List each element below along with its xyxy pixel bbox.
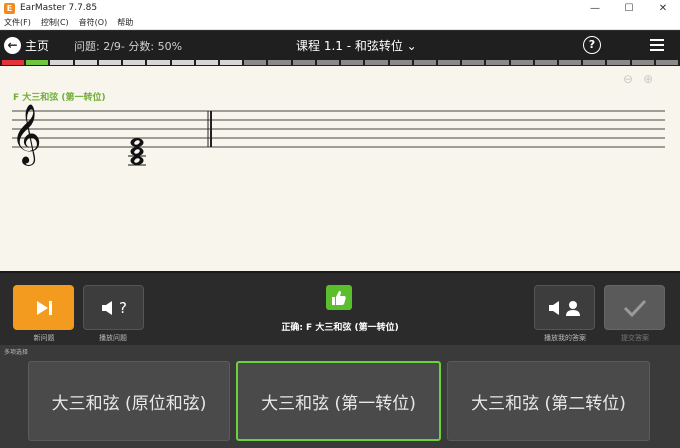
progress-segment	[171, 60, 194, 65]
progress-segment	[486, 60, 509, 65]
home-label: 主页	[25, 38, 50, 53]
play-my-answer-button[interactable]	[534, 285, 595, 330]
progress-segment	[413, 60, 436, 65]
new-question-label: 新问题	[33, 334, 55, 342]
hamburger-menu-icon[interactable]	[650, 39, 664, 51]
menu-bar: 文件(F) 控制(C) 音符(O) 帮助	[0, 16, 680, 30]
progress-segment	[123, 60, 146, 65]
lesson-title-dropdown[interactable]: 课程 1.1 - 和弦转位 ⌄	[296, 37, 417, 54]
progress-segment	[365, 60, 388, 65]
music-staff: 𝄞	[11, 104, 665, 166]
answer-choices-panel: 多项选择 大三和弦 (原位和弦) 大三和弦 (第一转位) 大三和弦 (第二转位)	[0, 345, 680, 448]
progress-segment	[292, 60, 315, 65]
progress-segment	[50, 60, 73, 65]
submit-answer-button[interactable]	[604, 285, 665, 330]
play-question-label: 播放问题	[99, 334, 127, 342]
back-arrow-icon: ←	[4, 36, 21, 54]
treble-clef-icon: 𝄞	[11, 104, 42, 166]
progress-segment	[316, 60, 340, 65]
menu-control[interactable]: 控制(C)	[41, 17, 69, 28]
progress-segment	[559, 60, 582, 65]
menu-file[interactable]: 文件(F)	[4, 17, 31, 28]
earmaster-logo-icon: E	[4, 2, 15, 14]
minimize-button[interactable]: —	[578, 0, 612, 16]
speaker-icon	[102, 300, 113, 315]
title-bar: E EarMaster 7.7.85 — ☐ ✕	[0, 0, 680, 16]
progress-segment	[74, 60, 97, 65]
play-my-answer-label: 播放我的答案	[544, 334, 586, 342]
progress-segment	[583, 60, 606, 65]
progress-segment	[534, 60, 558, 65]
progress-segment	[195, 60, 218, 65]
checkmark-icon	[623, 299, 646, 317]
speaker-user-icon	[548, 300, 580, 316]
progress-segment	[607, 60, 630, 65]
question-mark-glyph: ?	[119, 298, 127, 317]
window-title: EarMaster 7.7.85	[20, 3, 98, 13]
progress-segment	[462, 60, 485, 65]
multiple-choice-label: 多项选择	[4, 349, 29, 356]
progress-segment	[98, 60, 122, 65]
zoom-in-icon[interactable]: ⊕	[643, 72, 653, 86]
answer-option-root-position[interactable]: 大三和弦 (原位和弦)	[28, 361, 230, 441]
answer-option-first-inversion[interactable]: 大三和弦 (第一转位)	[236, 361, 441, 441]
question-progress: 问题: 2/9- 分数: 50%	[74, 40, 183, 53]
progress-segment	[389, 60, 412, 65]
lesson-header: ← 主页 问题: 2/9- 分数: 50% 课程 1.1 - 和弦转位 ⌄ ?	[0, 31, 680, 59]
menu-notes[interactable]: 音符(O)	[79, 17, 108, 28]
help-button[interactable]: ?	[583, 36, 601, 54]
correct-answer-text: 正确: F 大三和弦 (第一转位)	[281, 323, 399, 333]
skip-next-icon	[36, 300, 52, 315]
progress-segment	[655, 60, 679, 65]
close-button[interactable]: ✕	[646, 0, 680, 16]
notation-area: F 大三和弦 (第一转位) ⊖ ⊕ 𝄞	[0, 66, 680, 271]
window-controls: — ☐ ✕	[578, 0, 680, 16]
menu-help[interactable]: 帮助	[117, 17, 133, 28]
progress-segment	[510, 60, 533, 65]
progress-segment	[219, 60, 243, 65]
submit-answer-label: 提交答案	[621, 334, 649, 342]
home-button[interactable]: ← 主页	[4, 36, 49, 54]
zoom-controls: ⊖ ⊕	[623, 72, 653, 86]
progress-segment	[631, 60, 654, 65]
progress-segment	[147, 60, 170, 65]
control-bar: 新问题 ? 播放问题 正确: F 大三和弦 (第一转位) 播放我的答案 提交答案	[0, 271, 680, 345]
progress-segment	[268, 60, 291, 65]
progress-segment	[437, 60, 461, 65]
thumbs-up-icon	[326, 285, 352, 310]
progress-segment	[26, 60, 49, 65]
progress-segment	[341, 60, 364, 65]
progress-segment	[2, 60, 25, 65]
play-question-button[interactable]: ?	[83, 285, 144, 330]
question-progress-bar	[0, 59, 680, 66]
zoom-out-icon[interactable]: ⊖	[623, 72, 633, 86]
progress-segment	[244, 60, 267, 65]
new-question-button[interactable]	[13, 285, 74, 330]
maximize-button[interactable]: ☐	[612, 0, 646, 16]
answer-option-second-inversion[interactable]: 大三和弦 (第二转位)	[447, 361, 650, 441]
